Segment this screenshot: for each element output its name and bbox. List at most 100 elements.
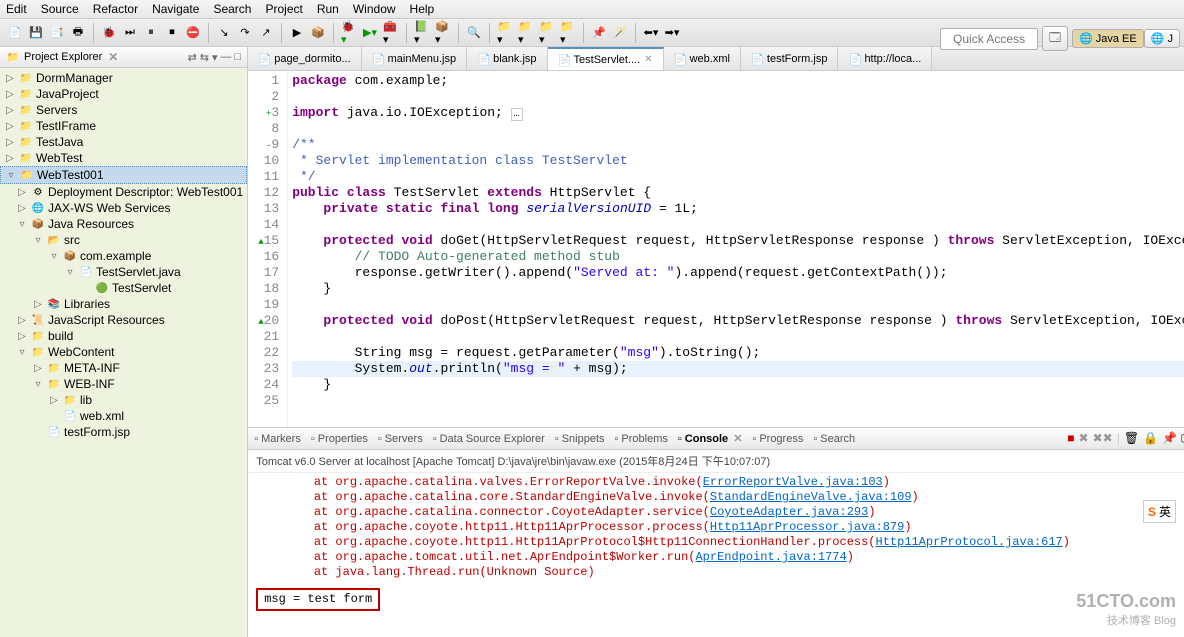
tree-item-com-example[interactable]: ▿📦com.example bbox=[0, 248, 247, 264]
twisty-icon[interactable]: ▷ bbox=[4, 137, 16, 148]
menu-refactor[interactable]: Refactor bbox=[93, 2, 138, 16]
collapse-all-icon[interactable]: ⇄ bbox=[188, 51, 197, 64]
twisty-icon[interactable]: ▷ bbox=[4, 73, 16, 84]
skip-icon[interactable]: ⏭ bbox=[121, 24, 139, 42]
stack-link[interactable]: AprEndpoint.java:1774 bbox=[695, 550, 846, 564]
bottom-tab-data-source-explorer[interactable]: ▫Data Source Explorer bbox=[433, 433, 545, 445]
menu-help[interactable]: Help bbox=[410, 2, 435, 16]
tree-item-libraries[interactable]: ▷📚Libraries bbox=[0, 296, 247, 312]
stack-link[interactable]: CoyoteAdapter.java:293 bbox=[710, 505, 868, 519]
save-all-icon[interactable]: 📑 bbox=[48, 24, 66, 42]
terminate-icon[interactable]: ■ bbox=[1067, 431, 1074, 446]
new-class-icon[interactable]: 📗▾ bbox=[413, 24, 431, 42]
bottom-tab-progress[interactable]: ▫Progress bbox=[752, 433, 803, 445]
twisty-icon[interactable]: ▿ bbox=[48, 251, 60, 262]
twisty-icon[interactable]: ▷ bbox=[32, 299, 44, 310]
tree-item-lib[interactable]: ▷📁lib bbox=[0, 392, 247, 408]
folder2-icon[interactable]: 📁▾ bbox=[517, 24, 535, 42]
maximize-icon[interactable]: □ bbox=[235, 51, 242, 64]
tree-item-webcontent[interactable]: ▿📁WebContent bbox=[0, 344, 247, 360]
debug-icon[interactable]: 🐞 bbox=[100, 24, 118, 42]
quick-access-input[interactable]: Quick Access bbox=[940, 28, 1038, 50]
open-type-icon[interactable]: 🔍 bbox=[465, 24, 483, 42]
pin-console-icon[interactable]: 📌 bbox=[1162, 431, 1177, 446]
twisty-icon[interactable]: ▷ bbox=[4, 105, 16, 116]
new-server-icon[interactable]: 📦 bbox=[309, 24, 327, 42]
menu-window[interactable]: Window bbox=[353, 2, 396, 16]
tree-item-testiframe[interactable]: ▷📁TestIFrame bbox=[0, 118, 247, 134]
editor-tab-testform-jsp[interactable]: 📄testForm.jsp bbox=[741, 47, 839, 70]
menu-search[interactable]: Search bbox=[213, 2, 251, 16]
pin-icon[interactable]: 📌 bbox=[590, 24, 608, 42]
ext-tools-icon[interactable]: 🧰▾ bbox=[382, 24, 400, 42]
tree-item-deployment-descriptor-webtest001[interactable]: ▷⚙Deployment Descriptor: WebTest001 bbox=[0, 184, 247, 200]
editor-tab-http-loca-[interactable]: 📄http://loca... bbox=[838, 47, 932, 70]
close-view-icon[interactable]: ✕ bbox=[108, 50, 118, 64]
folder4-icon[interactable]: 📁▾ bbox=[559, 24, 577, 42]
tree-item-web-inf[interactable]: ▿📁WEB-INF bbox=[0, 376, 247, 392]
tree-item-dormmanager[interactable]: ▷📁DormManager bbox=[0, 70, 247, 86]
editor-tab-blank-jsp[interactable]: 📄blank.jsp bbox=[467, 47, 547, 70]
tree-item-javaproject[interactable]: ▷📁JavaProject bbox=[0, 86, 247, 102]
menu-source[interactable]: Source bbox=[41, 2, 79, 16]
tree-item-build[interactable]: ▷📁build bbox=[0, 328, 247, 344]
tree-item-src[interactable]: ▿📂src bbox=[0, 232, 247, 248]
close-tab-icon[interactable]: ✕ bbox=[644, 54, 652, 65]
new-pkg-icon[interactable]: 📦▾ bbox=[434, 24, 452, 42]
bottom-tab-console[interactable]: ▫Console ✕ bbox=[678, 432, 743, 445]
stack-link[interactable]: Http11AprProcessor.java:879 bbox=[710, 520, 904, 534]
stack-link[interactable]: Http11AprProtocol.java:617 bbox=[876, 535, 1063, 549]
tree-item-meta-inf[interactable]: ▷📁META-INF bbox=[0, 360, 247, 376]
editor-tab-testservlet-[interactable]: 📄TestServlet....✕ bbox=[548, 47, 664, 70]
server-icon[interactable]: ▶ bbox=[288, 24, 306, 42]
menu-project[interactable]: Project bbox=[265, 2, 302, 16]
stack-link[interactable]: StandardEngineValve.java:109 bbox=[710, 490, 912, 504]
step-into-icon[interactable]: ↘ bbox=[215, 24, 233, 42]
editor-tab-mainmenu-jsp[interactable]: 📄mainMenu.jsp bbox=[362, 47, 467, 70]
disconnect-icon[interactable]: ⛔ bbox=[184, 24, 202, 42]
twisty-icon[interactable]: ▷ bbox=[16, 187, 28, 198]
menu-navigate[interactable]: Navigate bbox=[152, 2, 199, 16]
scroll-lock-icon[interactable]: 🔒 bbox=[1143, 431, 1158, 446]
back-icon[interactable]: ⬅▾ bbox=[642, 24, 660, 42]
bottom-tab-servers[interactable]: ▫Servers bbox=[378, 433, 423, 445]
twisty-icon[interactable]: ▷ bbox=[16, 315, 28, 326]
open-perspective-icon[interactable]: 🗔 bbox=[1042, 26, 1068, 51]
bottom-tab-snippets[interactable]: ▫Snippets bbox=[555, 433, 605, 445]
twisty-icon[interactable]: ▷ bbox=[4, 89, 16, 100]
tree-item-web-xml[interactable]: 📄web.xml bbox=[0, 408, 247, 424]
tree-item-testservlet-java[interactable]: ▿📄TestServlet.java bbox=[0, 264, 247, 280]
tree-item-javascript-resources[interactable]: ▷📜JavaScript Resources bbox=[0, 312, 247, 328]
print-icon[interactable]: 🖶 bbox=[69, 24, 87, 42]
bottom-tab-markers[interactable]: ▫Markers bbox=[254, 433, 301, 445]
sogou-ime-widget[interactable]: S 英 bbox=[1143, 500, 1176, 523]
menu-run[interactable]: Run bbox=[317, 2, 339, 16]
close-tab-icon[interactable]: ✕ bbox=[733, 432, 742, 445]
twisty-icon[interactable]: ▷ bbox=[16, 331, 28, 342]
twisty-icon[interactable]: ▿ bbox=[16, 347, 28, 358]
console-output[interactable]: at org.apache.catalina.valves.ErrorRepor… bbox=[248, 473, 1184, 637]
view-menu-icon[interactable]: ▾ bbox=[212, 51, 218, 64]
tree-item-testform-jsp[interactable]: 📄testForm.jsp bbox=[0, 424, 247, 440]
tree-item-java-resources[interactable]: ▿📦Java Resources bbox=[0, 216, 247, 232]
save-icon[interactable]: 💾 bbox=[27, 24, 45, 42]
twisty-icon[interactable]: ▷ bbox=[4, 121, 16, 132]
perspective-j[interactable]: 🌐 J bbox=[1144, 29, 1180, 48]
twisty-icon[interactable]: ▿ bbox=[16, 219, 28, 230]
tree-item-jax-ws-web-services[interactable]: ▷🌐JAX-WS Web Services bbox=[0, 200, 247, 216]
twisty-icon[interactable]: ▷ bbox=[48, 395, 60, 406]
tree-item-servers[interactable]: ▷📁Servers bbox=[0, 102, 247, 118]
twisty-icon[interactable]: ▿ bbox=[5, 170, 17, 181]
bottom-tab-search[interactable]: ▫Search bbox=[813, 433, 855, 445]
step-return-icon[interactable]: ↗ bbox=[257, 24, 275, 42]
editor-tab-page-dormito-[interactable]: 📄page_dormito... bbox=[248, 47, 361, 70]
menu-edit[interactable]: Edit bbox=[6, 2, 27, 16]
folder1-icon[interactable]: 📁▾ bbox=[496, 24, 514, 42]
folder3-icon[interactable]: 📁▾ bbox=[538, 24, 556, 42]
pause-icon[interactable]: ⏸ bbox=[142, 24, 160, 42]
editor-tab-web-xml[interactable]: 📄web.xml bbox=[664, 47, 741, 70]
twisty-icon[interactable]: ▷ bbox=[4, 153, 16, 164]
step-over-icon[interactable]: ↷ bbox=[236, 24, 254, 42]
remove-launch-icon[interactable]: ✖ bbox=[1079, 431, 1089, 446]
twisty-icon[interactable]: ▷ bbox=[16, 203, 28, 214]
